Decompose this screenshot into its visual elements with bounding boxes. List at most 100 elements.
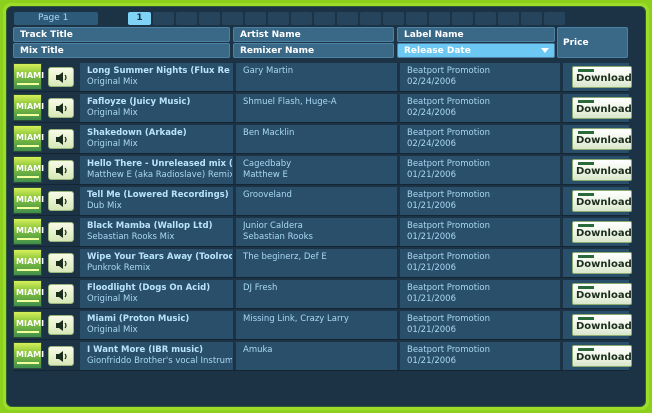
page-cell[interactable] [383,12,404,25]
header-mix-title[interactable]: Mix Title [13,43,230,58]
artist-cell[interactable]: The beginerz, Def E [236,249,397,277]
page-cell[interactable] [337,12,358,25]
release-artwork[interactable]: MIAMI [13,280,44,307]
price-cell: Download [563,94,632,122]
track-cell[interactable]: Fafloyze (Juicy Music) Original Mix [80,94,233,122]
page-cell[interactable] [544,12,565,25]
track-cell[interactable]: Black Mamba (Wallop Ltd) Sebastian Rooks… [80,218,233,246]
page-cell[interactable] [475,12,496,25]
download-button[interactable]: Download [572,128,632,150]
artwork-text: MIAMI [16,350,45,359]
download-button[interactable]: Download [572,66,632,88]
play-preview-button[interactable] [48,315,74,335]
table-row: MIAMI I Want More (IBR music) Gionfriddo… [13,340,632,371]
download-button[interactable]: Download [572,252,632,274]
play-preview-button[interactable] [48,191,74,211]
track-cell[interactable]: Wipe Your Tears Away (Toolroo Punkrok Re… [80,249,233,277]
artist-cell[interactable]: Shmuel Flash, Huge-A [236,94,397,122]
release-artwork[interactable]: MIAMI [13,187,44,214]
label-cell[interactable]: Beatport Promotion 02/24/2006 [400,125,560,153]
price-cell: Download [563,218,632,246]
label-cell[interactable]: Beatport Promotion 01/21/2006 [400,156,560,184]
download-button[interactable]: Download [572,221,632,243]
mix-title: Original Mix [87,325,138,335]
release-artwork[interactable]: MIAMI [13,311,44,338]
page-cell[interactable] [199,12,220,25]
play-preview-button[interactable] [48,67,74,87]
page-label: Page 1 [14,12,98,25]
header-artist-name[interactable]: Artist Name [233,27,394,42]
page-cell[interactable] [291,12,312,25]
track-cell[interactable]: Hello There - Unreleased mix ( Matthew E… [80,156,233,184]
release-artwork[interactable]: MIAMI [13,342,45,369]
page-cell[interactable] [153,12,174,25]
label-cell[interactable]: Beatport Promotion 02/24/2006 [400,94,560,122]
download-button[interactable]: Download [572,345,632,367]
download-button[interactable]: Download [572,190,632,212]
page-cell[interactable] [268,12,289,25]
label-cell[interactable]: Beatport Promotion 01/21/2006 [400,187,560,215]
label-cell[interactable]: Beatport Promotion 01/21/2006 [400,280,560,308]
play-preview-button[interactable] [48,129,74,149]
track-cell[interactable]: Shakedown (Arkade) Original Mix [80,125,233,153]
download-button[interactable]: Download [572,283,632,305]
track-cell[interactable]: Tell Me (Lowered Recordings) Dub Mix [80,187,233,215]
download-label: Download [576,352,632,363]
header-price[interactable]: Price [557,27,628,58]
play-preview-button[interactable] [48,222,74,242]
artwork-stripe [17,331,39,333]
release-artwork[interactable]: MIAMI [13,94,44,121]
download-button[interactable]: Download [572,314,632,336]
label-cell[interactable]: Beatport Promotion 01/21/2006 [400,218,560,246]
artist-cell[interactable]: Grooveland [236,187,397,215]
page-cell[interactable] [360,12,381,25]
header-label-name[interactable]: Label Name [397,27,555,42]
artist-cell[interactable]: Junior Caldera Sebastian Rooks [236,218,397,246]
release-artwork[interactable]: MIAMI [13,218,44,245]
label-cell[interactable]: Beatport Promotion 01/21/2006 [400,311,560,339]
mix-title: Dub Mix [87,201,122,211]
artist-cell[interactable]: Gary Martin [236,63,397,91]
artist-cell[interactable]: DJ Fresh [236,280,397,308]
artist-cell[interactable]: Ben Macklin [236,125,397,153]
pager-spacer [100,12,126,25]
label-cell[interactable]: Beatport Promotion 01/21/2006 [400,249,560,277]
page-cell[interactable] [314,12,335,25]
artist-cell[interactable]: Amuka [236,342,397,370]
page-cell[interactable] [498,12,519,25]
release-artwork[interactable]: MIAMI [13,156,44,183]
download-button[interactable]: Download [572,97,632,119]
release-artwork[interactable]: MIAMI [13,125,44,152]
header-track-title[interactable]: Track Title [13,27,230,42]
play-preview-button[interactable] [48,98,74,118]
track-cell[interactable]: I Want More (IBR music) Gionfriddo Broth… [80,342,233,370]
play-preview-button[interactable] [48,253,74,273]
play-preview-button[interactable] [48,346,74,366]
table-row: MIAMI Miami (Proton Music) Original Mix … [13,309,632,340]
artist-cell[interactable]: Missing Link, Crazy Larry [236,311,397,339]
label-cell[interactable]: Beatport Promotion 01/21/2006 [400,342,560,370]
release-artwork[interactable]: MIAMI [13,63,44,90]
page-cell[interactable] [406,12,427,25]
page-cell[interactable] [176,12,197,25]
track-cell[interactable]: Floodlight (Dogs On Acid) Original Mix [80,280,233,308]
page-cell[interactable] [245,12,266,25]
download-button[interactable]: Download [572,159,632,181]
artist-cell[interactable]: Cagedbaby Matthew E [236,156,397,184]
page-button-current[interactable]: 1 [128,12,151,25]
speaker-icon [56,72,67,83]
page-cell[interactable] [222,12,243,25]
page-cell[interactable] [452,12,473,25]
play-preview-button[interactable] [48,284,74,304]
header-release-date[interactable]: Release Date [397,43,555,58]
header-remixer-name[interactable]: Remixer Name [233,43,394,58]
release-artwork[interactable]: MIAMI [13,249,44,276]
release-date: 01/21/2006 [407,325,456,335]
label-cell[interactable]: Beatport Promotion 02/24/2006 [400,63,560,91]
track-cell[interactable]: Long Summer Nights (Flux Re Original Mix [80,63,233,91]
play-preview-button[interactable] [48,160,74,180]
page-cell[interactable] [429,12,450,25]
page-cell[interactable] [521,12,542,25]
price-cell: Download [563,156,632,184]
track-cell[interactable]: Miami (Proton Music) Original Mix [80,311,233,339]
